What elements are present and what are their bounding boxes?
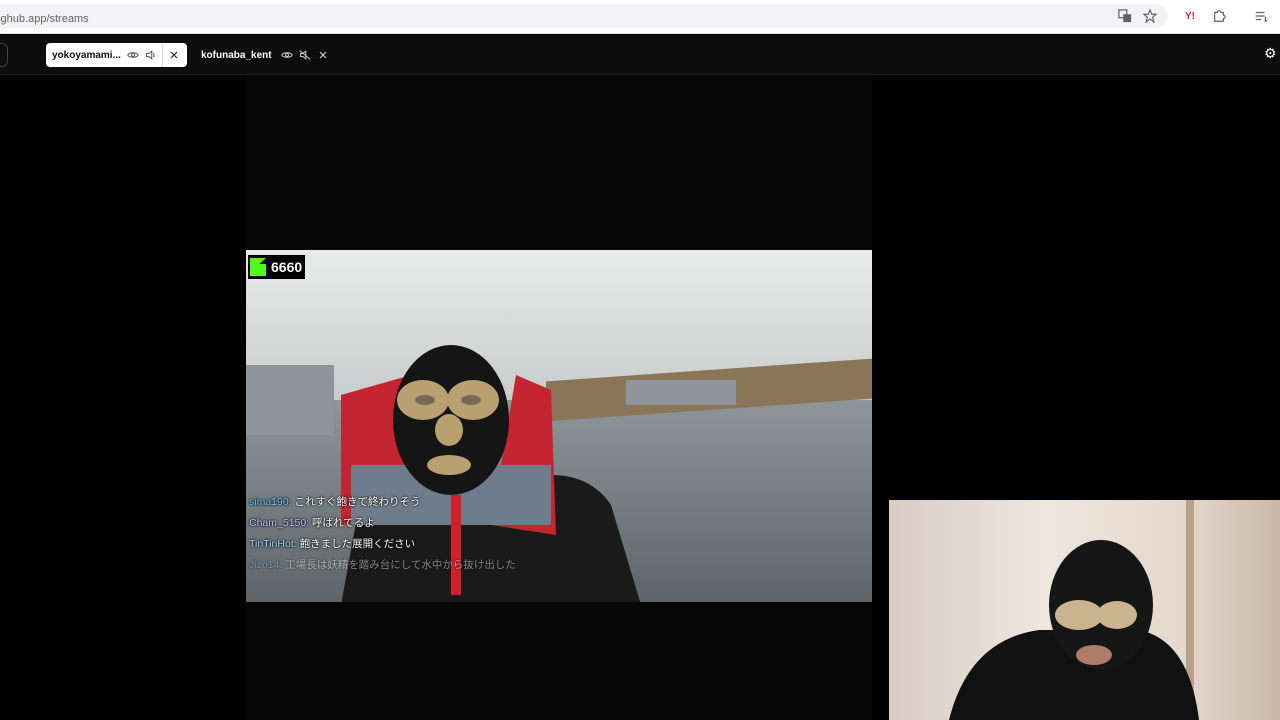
chat-username: sima190: — [249, 496, 292, 508]
stream-tab-kofunaba-kent[interactable]: kofunaba_kent — [195, 43, 336, 67]
bookmark-star-icon[interactable] — [1142, 8, 1158, 24]
close-icon[interactable] — [316, 48, 330, 62]
chat-message: Jizo14: 工場長は妖精を踏み台にして水中から抜け出した — [249, 555, 869, 576]
chat-username: Cham_5150: — [249, 517, 310, 529]
video-building — [246, 365, 334, 435]
kick-logo-cut — [259, 258, 266, 264]
kick-logo-icon — [250, 258, 266, 276]
chat-text: 飽きました展開ください — [299, 538, 416, 550]
settings-gear-icon[interactable]: ⚙ — [1264, 46, 1278, 60]
chat-text: これすぐ飽きて終わりそう — [294, 496, 421, 508]
chat-message: sima190: これすぐ飽きて終わりそう — [249, 492, 869, 513]
volume-icon[interactable] — [144, 48, 158, 62]
url-text[interactable]: inghub.app/streams — [0, 13, 89, 25]
chat-message: Cham_5150: 呼ばれてるよ — [249, 513, 869, 534]
eye-icon[interactable] — [126, 48, 140, 62]
browser-toolbar: inghub.app/streams Y! — [0, 0, 1280, 34]
reading-list-icon[interactable] — [1253, 8, 1269, 24]
tab-label: kofunaba_kent — [201, 49, 272, 61]
chat-message: TinTinHot: 飽きました展開ください — [249, 534, 869, 555]
sidebar-toggle-button[interactable] — [0, 43, 8, 67]
chat-overlay: sima190: これすぐ飽きて終わりそう Cham_5150: 呼ばれてるよ … — [249, 492, 869, 576]
translate-icon[interactable] — [1117, 8, 1133, 24]
stream-tab-yokoyamami[interactable]: yokoyamami... — [46, 43, 187, 67]
viewer-count: 6660 — [271, 259, 303, 275]
viewer-count-badge: 6660 — [248, 255, 306, 279]
chat-username: Jizo14: — [249, 559, 283, 571]
chat-text: 呼ばれてるよ — [312, 517, 375, 529]
webcam-figure — [949, 540, 1199, 720]
stream-tab-bar: yokoyamami... kofunaba_kent ⚙ — [0, 35, 1280, 75]
main-stream-player[interactable]: 6660 sima190: これすぐ飽きて終わりそう Cham_5150: 呼ば… — [246, 75, 872, 720]
video-building — [626, 380, 736, 405]
stream-video: 6660 sima190: これすぐ飽きて終わりそう Cham_5150: 呼ば… — [246, 250, 872, 602]
chat-text: 工場長は妖精を踏み台にして水中から抜け出した — [285, 559, 516, 571]
tab-label: yokoyamami... — [52, 49, 121, 61]
extensions-icon[interactable] — [1211, 8, 1227, 24]
yahoo-icon[interactable]: Y! — [1182, 8, 1198, 24]
close-icon[interactable] — [167, 48, 181, 62]
muted-volume-icon[interactable] — [298, 48, 312, 62]
webcam-overlay[interactable] — [889, 500, 1280, 720]
eye-icon[interactable] — [280, 48, 294, 62]
tab-divider — [162, 43, 163, 67]
chat-username: TinTinHot: — [249, 538, 297, 550]
address-bar[interactable]: inghub.app/streams — [0, 4, 1168, 28]
